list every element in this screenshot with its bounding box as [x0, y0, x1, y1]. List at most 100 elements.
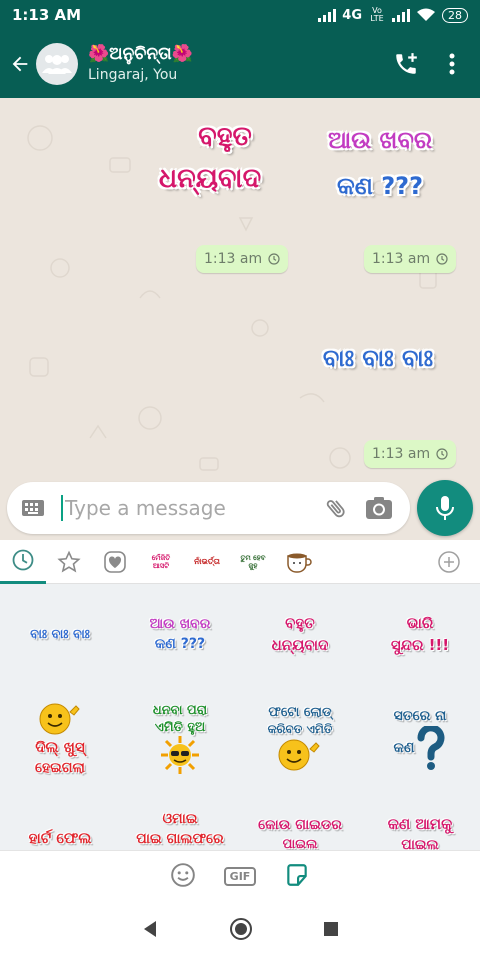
- more-vert-icon: [449, 53, 455, 75]
- tab-pack-label: ମେଁଜିତି ଆସଟି: [152, 554, 171, 570]
- keyboard-button[interactable]: [21, 500, 45, 516]
- camera-button[interactable]: [356, 497, 402, 519]
- voice-message-button[interactable]: [417, 480, 473, 536]
- sticker-text: ସତରେ ନା: [393, 708, 447, 724]
- tab-pack-label: ତୁମ ହେବ ଜୁହ: [240, 554, 265, 570]
- sticker-item[interactable]: ଧନବା ପରା ଏମିତି ହୁଅ: [120, 689, 240, 789]
- chat-title-block[interactable]: 🌺ଅନୁଚିନ୍ତା🌺 Lingaraj, You: [88, 43, 380, 85]
- thumbs-up-emoji-icon: [278, 739, 320, 771]
- sticker-message-1[interactable]: ବହୁତ ଧନ୍ୟବାଦ: [159, 116, 290, 200]
- camera-icon: [366, 497, 392, 519]
- sticker-item[interactable]: କୋଉ ଗାଇଡର ପାଇଲ: [240, 794, 360, 851]
- sticker-line: କଣ: [394, 726, 447, 770]
- more-options-button[interactable]: [432, 53, 472, 75]
- sticker-text: ବାଃ ବାଃ ବାଃ: [30, 626, 90, 642]
- sticker-text: କଣ ???: [154, 636, 206, 652]
- add-sticker-pack-button[interactable]: [426, 540, 472, 584]
- group-avatar[interactable]: [36, 43, 78, 85]
- tab-pack-3[interactable]: ତୁମ ହେବ ଜୁହ: [230, 540, 276, 584]
- sticker-text: ସୁନ୍ଦର !!!: [390, 636, 450, 654]
- group-name: 🌺ଅନୁଚିନ୍ତା🌺: [88, 44, 193, 64]
- emoji-tab-button[interactable]: [170, 862, 196, 892]
- sticker-item[interactable]: ବହୁତ ଧନ୍ୟବାଦ: [240, 584, 360, 684]
- sticker-grid: ବାଃ ବାଃ ବାଃ ଆଉ ଖବର କଣ ??? ବହୁତ ଧନ୍ୟବାଦ ଭ…: [0, 584, 480, 850]
- message-input[interactable]: [65, 496, 305, 520]
- tab-pack-text: ଜୁହ: [248, 561, 258, 570]
- screen: 1:13 AM 4G Vo LTE 28 🌺ଅନୁଚିନ୍ତା🌺 Lingara…: [0, 0, 480, 960]
- sticker-pack-tabs: ମେଁଜିତି ଆସଟି ନାଁଭର୍ତ୍ତା ତୁମ ହେବ ଜୁହ: [0, 540, 480, 584]
- attach-button[interactable]: [316, 496, 356, 520]
- tab-pack-cup[interactable]: [276, 540, 322, 584]
- sun-emoji-icon: [161, 736, 199, 774]
- nav-recents-button[interactable]: [323, 921, 339, 941]
- star-icon: [57, 550, 81, 572]
- sticker-item[interactable]: ଓମାଇ ପାଇ ଗାଲଫରେ: [120, 794, 240, 850]
- clock-icon: [268, 253, 280, 265]
- sticker-tab-button[interactable]: [284, 862, 310, 892]
- tab-recent[interactable]: [0, 540, 46, 584]
- sticker-text: ବହୁତ: [285, 614, 315, 632]
- sticker-text: ଆଉ ଖବର: [149, 616, 211, 632]
- sticker-text: ପାଇଲ: [282, 836, 318, 851]
- sticker-text: ଦିଲ୍ ଖୁସ୍: [35, 738, 85, 756]
- timestamp-text: 1:13 am: [372, 446, 431, 462]
- signal-icon: [318, 8, 337, 22]
- status-bar: 1:13 AM 4G Vo LTE 28: [0, 0, 480, 30]
- clock-icon: [436, 253, 448, 265]
- sticker-tray: ମେଁଜିତି ଆସଟି ନାଁଭର୍ତ୍ତା ତୁମ ହେବ ଜୁହ ବାଃ …: [0, 540, 480, 850]
- back-arrow-icon: [12, 56, 28, 72]
- heart-icon: [104, 550, 126, 573]
- sticker-message-2[interactable]: ଆଉ ଖବର କଣ ???: [300, 120, 460, 206]
- sticker-text: ଏମିତି ହୁଅ: [154, 720, 206, 735]
- nav-home-button[interactable]: [229, 917, 253, 945]
- tab-heart-pack[interactable]: [92, 540, 138, 584]
- nav-back-button[interactable]: [141, 920, 159, 942]
- keyboard-icon: [22, 500, 44, 516]
- sticker-item[interactable]: ଦିଲ୍ ଖୁସ୍ ହେଇଗଲା: [0, 689, 120, 789]
- sticker-text: କଣ ???: [336, 172, 423, 200]
- volte-label: Vo LTE: [370, 6, 384, 23]
- sticker-item[interactable]: ଆଉ ଖବର କଣ ???: [120, 584, 240, 684]
- sticker-text: କୋଉ ଗାଇଡର: [258, 816, 342, 833]
- nav-home-icon: [230, 918, 252, 940]
- sticker-item[interactable]: ହାର୍ଟ ଫେଲ: [0, 799, 120, 850]
- attach-icon: [326, 500, 345, 518]
- group-members: Lingaraj, You: [88, 67, 178, 83]
- chat-header: 🌺ଅନୁଚିନ୍ତା🌺 Lingaraj, You: [0, 30, 480, 98]
- add-call-icon: [396, 53, 417, 74]
- composer-bar: [0, 478, 480, 540]
- sticker-text: ଧନବା ପରା: [152, 703, 208, 718]
- sticker-text: ଭାରି: [406, 614, 434, 632]
- back-button[interactable]: [2, 53, 38, 75]
- tray-type-switcher: GIF: [0, 850, 480, 902]
- sticker-item[interactable]: ସତରେ ନା କଣ: [360, 689, 480, 789]
- emoji-icon: [170, 862, 195, 887]
- nav-recents-icon: [324, 922, 338, 936]
- tab-favorites[interactable]: [46, 540, 92, 584]
- sticker-text: କଣ: [393, 740, 415, 756]
- wifi-icon: [417, 8, 435, 21]
- message-timestamp: 1:13 am: [196, 245, 289, 273]
- text-caret: [61, 495, 63, 521]
- sticker-text: କରିବତ ଏମିତି: [267, 722, 333, 736]
- sticker-item[interactable]: ଫଟୋ ଲୋଡ୍ କରିବତ ଏମିତି: [240, 689, 360, 789]
- timestamp-text: 1:13 am: [204, 251, 263, 267]
- sticker-text: ଧନ୍ୟବାଦ: [271, 636, 329, 654]
- tab-pack-label: ନାଁଭର୍ତ୍ତା: [194, 557, 220, 566]
- sticker-text: ହାର୍ଟ ଫେଲ: [28, 829, 92, 847]
- sticker-item[interactable]: କଣ ଆମକୁ ପାଇଲ: [360, 794, 480, 850]
- gif-tab-button[interactable]: GIF: [223, 867, 257, 886]
- tab-pack-1[interactable]: ମେଁଜିତି ଆସଟି: [138, 540, 184, 584]
- thumbs-up-emoji-icon: [39, 703, 80, 735]
- tab-pack-2[interactable]: ନାଁଭର୍ତ୍ତା: [184, 540, 230, 584]
- sticker-text: ପାଇ ଗାଲଫରେ: [136, 831, 224, 847]
- composer-box: [7, 482, 410, 534]
- sticker-text: ଫଟୋ ଲୋଡ୍: [268, 705, 332, 720]
- sticker-text: ଆଉ ଖବର: [327, 126, 433, 154]
- sticker-item[interactable]: ଭାରି ସୁନ୍ଦର !!!: [360, 584, 480, 684]
- add-call-button[interactable]: [380, 51, 432, 77]
- sticker-message-3[interactable]: ବାଃ ବାଃ ବାଃ: [298, 338, 458, 378]
- chat-area[interactable]: ବହୁତ ଧନ୍ୟବାଦ ଆଉ ଖବର କଣ ??? 1:13 am 1:13 …: [0, 98, 480, 478]
- system-nav-bar: [0, 902, 480, 960]
- sticker-item[interactable]: ବାଃ ବାଃ ବାଃ: [0, 584, 120, 684]
